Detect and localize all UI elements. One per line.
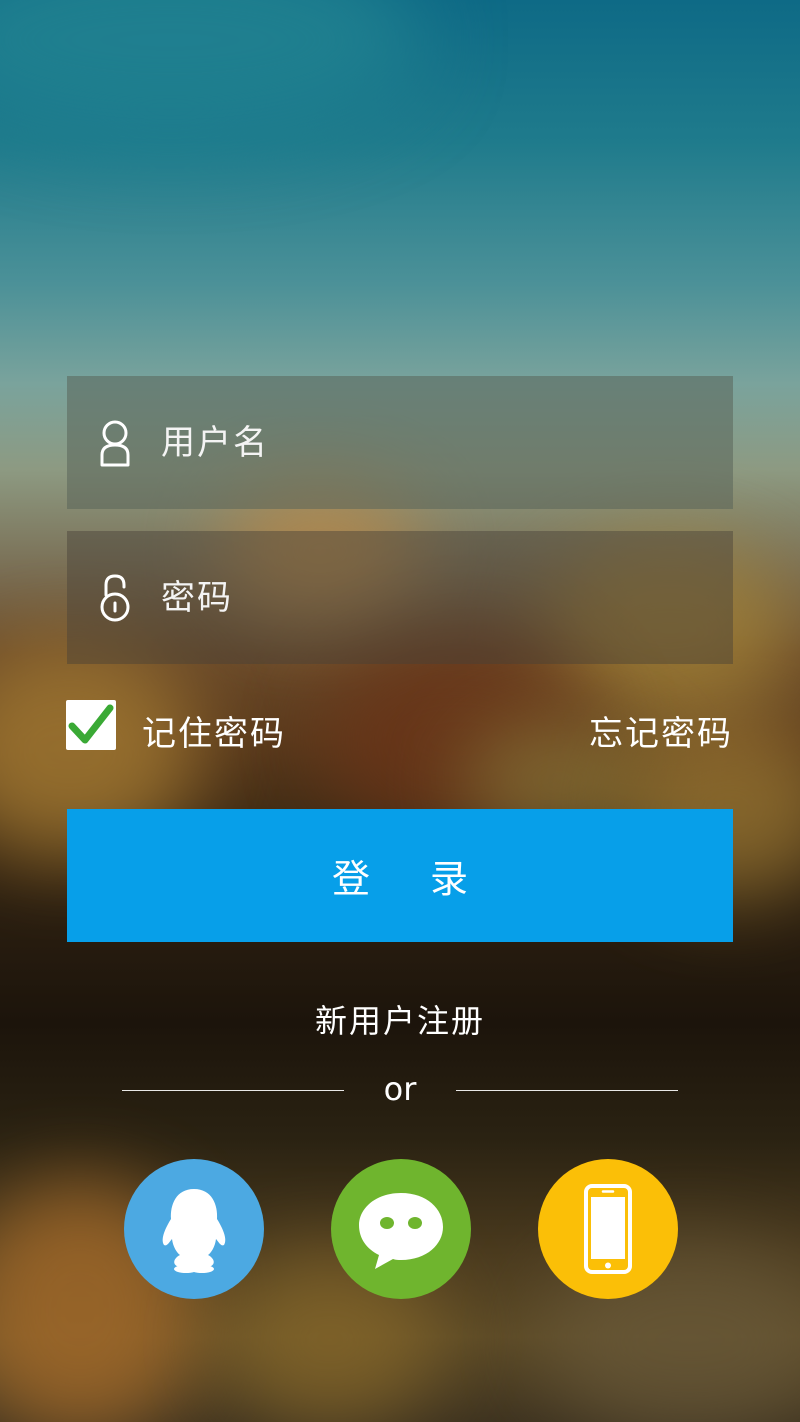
username-input[interactable] <box>159 401 733 484</box>
username-field[interactable] <box>67 376 733 509</box>
divider-or-label: or <box>383 1070 417 1108</box>
wechat-chat-bubbles-icon <box>359 1193 443 1269</box>
user-icon <box>95 419 135 467</box>
register-link[interactable]: 新用户注册 <box>0 996 800 1042</box>
checkmark-icon <box>68 704 114 744</box>
qq-penguin-icon <box>162 1189 226 1273</box>
remember-label: 记住密码 <box>142 714 286 754</box>
mobile-phone-icon <box>584 1184 632 1274</box>
login-button[interactable]: 登 录 <box>67 809 733 942</box>
remember-checkbox[interactable] <box>66 700 116 750</box>
unlock-icon <box>95 573 135 622</box>
phone-login-button[interactable] <box>538 1159 678 1299</box>
qq-login-button[interactable] <box>124 1159 264 1299</box>
password-field[interactable] <box>67 531 733 664</box>
password-input[interactable] <box>159 556 733 639</box>
divider-line-right <box>456 1090 678 1091</box>
remember-row: 记住密码 忘记密码 <box>66 700 733 755</box>
forgot-password-link[interactable]: 忘记密码 <box>589 706 733 755</box>
wechat-login-button[interactable] <box>331 1159 471 1299</box>
